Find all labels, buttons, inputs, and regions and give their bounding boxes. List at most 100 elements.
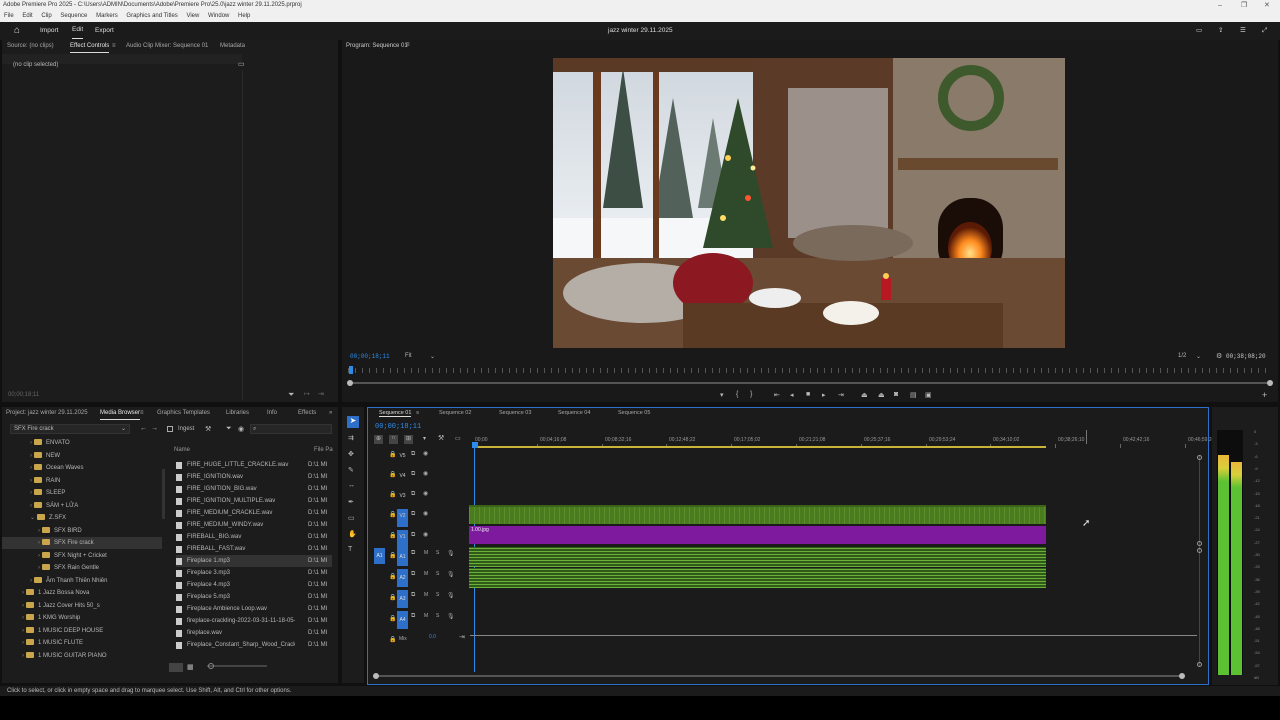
fit-dropdown[interactable]: Fit [405,353,412,359]
file-row[interactable]: FIRE_MEDIUM_WINDY.wav D:\1 MI [176,519,332,531]
tab-effect-controls[interactable]: Effect Controls [70,40,110,53]
file-row[interactable]: FIREBALL_FAST.wav D:\1 MI [176,543,332,555]
file-row[interactable]: Fireplace Ambience Loop.wav D:\1 MI [176,603,332,615]
menu-edit[interactable]: Edit [22,13,32,19]
filter-icon[interactable]: ⏷ [288,390,294,400]
wrench-icon[interactable]: ⚙ [1216,352,1222,360]
add-button-icon[interactable]: + [1262,390,1267,400]
tab-audio-clip-mixer[interactable]: Audio Clip Mixer: Sequence 01 [126,40,208,52]
go-to-in-icon[interactable]: ⇤ [774,391,780,399]
export-icon-2[interactable]: ⇥ [318,390,324,398]
menu-help[interactable]: Help [238,13,250,19]
tab-sequence-01[interactable]: Sequence 01 [379,410,412,417]
playhead-marker[interactable] [349,366,353,374]
resolution-dropdown[interactable]: 1/2 [1178,353,1186,359]
grid-view-icon[interactable]: ▦ [187,663,194,671]
pen-tool-icon[interactable]: ✒ [348,498,354,506]
captions-icon[interactable]: ▭ [455,435,461,442]
camera-icon[interactable]: ◙ [894,391,898,398]
razor-tool-icon[interactable]: ✎ [348,466,354,474]
tab-sequence-05[interactable]: Sequence 05 [618,410,650,416]
file-row[interactable]: FIRE_IGNITION.wav D:\1 MI [176,471,332,483]
mark-out-icon[interactable]: } [750,391,752,398]
tab-export[interactable]: Export [95,22,114,40]
file-row[interactable]: fireplace-crackling-2022-03-31-11-18-05-… [176,615,332,627]
file-row[interactable]: Fireplace 1.mp3 D:\1 MI [176,555,332,567]
extract-icon[interactable]: ⏏ [878,391,885,399]
menu-icon[interactable]: ≡ [112,40,116,52]
file-row[interactable]: Fireplace 5.mp3 D:\1 MI [176,591,332,603]
menu-sequence[interactable]: Sequence [60,13,87,19]
go-to-out-icon[interactable]: ⇥ [838,391,844,399]
program-ruler[interactable] [348,368,1270,373]
selection-tool-icon[interactable]: ➤ [347,416,359,428]
chevron-down-icon[interactable]: ⌄ [430,353,435,360]
multicam-icon[interactable]: ▣ [925,391,932,399]
lift-icon[interactable]: ⏏ [861,391,868,399]
tab-sequence-02[interactable]: Sequence 02 [439,410,471,416]
menu-graphics[interactable]: Graphics and Titles [126,13,177,19]
panel-toggle-icon[interactable]: ▭ [238,60,245,68]
list-view-icon[interactable] [169,663,183,672]
menu-window[interactable]: Window [208,13,229,19]
menu-icon[interactable]: ≡ [406,42,410,48]
fullscreen-icon[interactable]: ⤢ [1262,22,1267,40]
home-icon[interactable]: ⌂ [14,22,20,40]
slip-tool-icon[interactable]: ↔ [348,482,355,489]
tab-import[interactable]: Import [40,22,58,40]
panel-icon[interactable]: ▭ [1196,22,1202,40]
mark-in-icon[interactable]: { [736,391,738,398]
nest-icon[interactable]: ⊕ [374,435,383,444]
snap-icon[interactable]: ∩ [389,435,398,444]
add-marker-icon[interactable]: ▾ [720,391,724,399]
stop-icon[interactable]: ■ [806,391,810,398]
playhead-head[interactable] [472,442,478,448]
file-row[interactable]: Fireplace 3.mp3 D:\1 MI [176,567,332,579]
menu-icon[interactable]: ☰ [1240,22,1246,40]
audio-clip-a2[interactable] [469,568,1046,588]
menu-icon[interactable]: ≡ [416,410,419,416]
menu-clip[interactable]: Clip [41,13,51,19]
tab-metadata[interactable]: Metadata [220,40,245,52]
menu-file[interactable]: File [4,13,14,19]
compare-icon[interactable]: ▤ [910,391,917,399]
file-row[interactable]: fireplace.wav D:\1 MI [176,627,332,639]
menu-view[interactable]: View [186,13,199,19]
video-clip-v2[interactable] [469,505,1046,524]
file-row[interactable]: FIRE_MEDIUM_CRACKLE.wav D:\1 MI [176,507,332,519]
hand-tool-icon[interactable]: ✋ [348,530,357,538]
file-row[interactable]: Fireplace 4.mp3 D:\1 MI [176,579,332,591]
vertical-scrollbar[interactable] [1199,456,1200,666]
file-row[interactable]: FIRE_IGNITION_BIG.wav D:\1 MI [176,483,332,495]
tab-source[interactable]: Source: (no clips) [7,40,54,52]
menu-markers[interactable]: Markers [96,13,118,19]
tab-edit[interactable]: Edit [72,22,84,39]
rectangle-tool-icon[interactable]: ▭ [348,514,355,522]
step-forward-icon[interactable]: ▸ [822,391,826,399]
time-ruler[interactable]: 00;00 00;04;16;08 00;08;32;16 00;12;48;22 00… [472,437,1214,451]
type-tool-icon[interactable]: T [348,546,352,553]
zoom-scrollbar[interactable] [348,382,1272,384]
zoom-slider[interactable] [207,665,267,667]
track-select-icon[interactable]: ⇉ [348,434,354,442]
maximize-button[interactable]: ❐ [1241,0,1247,11]
step-back-icon[interactable]: ◂ [790,391,794,399]
file-row[interactable]: FIRE_IGNITION_MULTIPLE.wav D:\1 MI [176,495,332,507]
ripple-edit-icon[interactable]: ✥ [348,450,354,458]
minimize-button[interactable]: – [1218,0,1222,11]
share-icon[interactable]: ⇪ [1218,22,1223,40]
tab-sequence-04[interactable]: Sequence 04 [558,410,590,416]
file-row[interactable]: FIREBALL_BIG.wav D:\1 MI [176,531,332,543]
image-clip-v1[interactable]: 1.00.jpg [469,526,1046,544]
wrench-icon[interactable]: ⚒ [438,434,444,442]
file-row[interactable]: FIRE_HUGE_LITTLE_CRACKLE.wav D:\1 MI [176,459,332,471]
work-area-bar[interactable] [472,446,1046,448]
close-button[interactable]: ✕ [1264,0,1270,11]
horizontal-scrollbar[interactable] [376,675,1184,677]
audio-clip-a1[interactable] [469,547,1046,567]
linked-selection-icon[interactable]: ⊞ [404,435,413,444]
marker-icon[interactable]: ▾ [423,435,426,442]
tab-sequence-03[interactable]: Sequence 03 [499,410,531,416]
export-icon[interactable]: ↦ [304,390,310,398]
file-row[interactable]: Fireplace_Constant_Sharp_Wood_Crackle_OC… [176,639,332,651]
